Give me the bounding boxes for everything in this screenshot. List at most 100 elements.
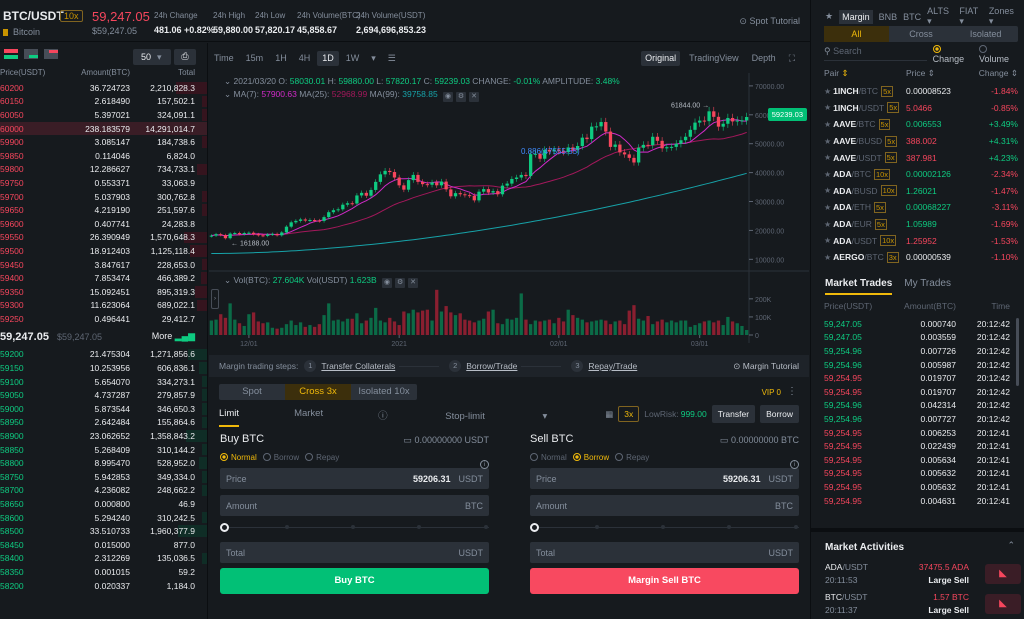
activity-item[interactable]: BTC/USDT 20:11:37 1.57 BTC Large Sell ◣	[825, 592, 1021, 619]
segment-isolated[interactable]: Isolated	[953, 26, 1018, 42]
segment-cross[interactable]: Cross	[889, 26, 954, 42]
print-icon[interactable]: ⎙	[174, 49, 196, 65]
sort-volume-radio[interactable]: Volume	[979, 44, 1018, 64]
ask-row[interactable]: 60200 36.724723 2,210,828.3	[0, 81, 207, 95]
col-price[interactable]: Price ⇕	[906, 68, 935, 79]
bid-row[interactable]: 58950 2.642484 155,864.6	[0, 416, 207, 430]
fullscreen-icon[interactable]: ⛶	[785, 51, 799, 66]
ask-row[interactable]: 59700 5.037903 300,762.8	[0, 190, 207, 204]
leverage-button[interactable]: 3x	[618, 406, 640, 422]
ask-row[interactable]: 59350 15.092451 895,319.3	[0, 285, 207, 299]
margin-tutorial-link[interactable]: ⊙ Margin Tutorial	[733, 361, 799, 372]
tab-limit[interactable]: Limit	[219, 408, 240, 427]
tab-my-trades[interactable]: My Trades	[904, 278, 951, 295]
sell-total-field[interactable]: Total USDT	[530, 542, 799, 563]
bid-row[interactable]: 59100 5.654070 334,273.1	[0, 375, 207, 389]
bid-row[interactable]: 58600 5.294240 310,242.5	[0, 511, 207, 525]
bid-row[interactable]: 58800 8.995470 528,952.0	[0, 456, 207, 470]
ask-row[interactable]: 59800 12.286627 734,733.1	[0, 163, 207, 177]
favorite-star-icon[interactable]: ★	[824, 87, 831, 96]
depth-select[interactable]: 50 ▾	[133, 49, 171, 65]
bid-row[interactable]: 59150 10.253956 606,836.1	[0, 361, 207, 375]
interval-1d[interactable]: 1D	[317, 51, 339, 66]
trades-scrollbar[interactable]	[1016, 318, 1019, 386]
view-depth[interactable]: Depth	[748, 51, 780, 66]
pair-row[interactable]: ★ 1INCH/USDT 5x 5.0466 -0.85%	[824, 100, 1018, 117]
eye-icon[interactable]: ◉	[443, 92, 454, 102]
bid-row[interactable]: 58350 0.001015 59.2	[0, 565, 207, 579]
collapse-icon[interactable]: ⌃	[1007, 540, 1015, 551]
orderbook-asks-icon[interactable]	[44, 49, 58, 59]
bid-row[interactable]: 58650 0.000800 46.9	[0, 497, 207, 511]
col-pair[interactable]: Pair ⇕	[824, 68, 906, 79]
bid-row[interactable]: 58400 2.312269 135,036.5	[0, 552, 207, 566]
pair-title[interactable]: BTC/USDT	[3, 9, 64, 23]
bid-row[interactable]: 59050 4.737287 279,857.9	[0, 388, 207, 402]
favorites-star-icon[interactable]: ★	[825, 11, 833, 22]
interval-15m[interactable]: 15m	[241, 51, 269, 66]
buy-total-field[interactable]: Total USDT	[220, 542, 489, 563]
bid-row[interactable]: 58750 5.942853 349,334.0	[0, 470, 207, 484]
bid-row[interactable]: 58450 0.015000 877.0	[0, 538, 207, 552]
sell-amount-field[interactable]: Amount BTC	[530, 495, 799, 516]
step-repay-trade-link[interactable]: Repay/Trade	[588, 361, 637, 371]
info-icon[interactable]: i	[480, 460, 489, 469]
radio-normal[interactable]: Normal	[220, 453, 257, 462]
slider-dot[interactable]	[661, 525, 665, 529]
pair-row[interactable]: ★ AAVE/BTC 5x 0.006553 +3.49%	[824, 116, 1018, 133]
close-icon[interactable]: ✕	[469, 92, 480, 102]
favorite-star-icon[interactable]: ★	[824, 170, 831, 179]
ask-row[interactable]: 59500 18.912403 1,125,118.4	[0, 244, 207, 258]
slider-knob[interactable]	[530, 523, 539, 532]
pair-row[interactable]: ★ ADA/BTC 10x 0.00002126 -2.34%	[824, 166, 1018, 183]
coin-name[interactable]: Bitcoin	[3, 27, 40, 37]
buy-amount-slider[interactable]	[220, 520, 489, 536]
tab-stop-limit[interactable]: ⓘ Stop-limit ▾	[378, 408, 602, 427]
tab-cross[interactable]: Cross 3x	[285, 384, 351, 400]
favorite-star-icon[interactable]: ★	[824, 186, 831, 195]
margin-sell-button[interactable]: Margin Sell BTC	[530, 568, 799, 594]
radio-borrow[interactable]: Borrow	[262, 453, 299, 462]
gear-icon[interactable]: ⚙	[456, 92, 467, 102]
segment-all[interactable]: All	[824, 26, 889, 42]
bid-row[interactable]: 59200 21.475304 1,271,856.6	[0, 348, 207, 362]
ask-row[interactable]: 59750 0.553371 33,063.9	[0, 176, 207, 190]
pair-row[interactable]: ★ AERGO/BTC 3x 0.00000539 -1.10%	[824, 249, 1018, 266]
bid-row[interactable]: 58500 33.510733 1,960,377.9	[0, 524, 207, 538]
orderbook-both-icon[interactable]	[4, 49, 18, 59]
radio-borrow[interactable]: Borrow	[572, 453, 609, 462]
interval-1h[interactable]: 1H	[270, 51, 292, 66]
tab-fiat[interactable]: FIAT ▾	[959, 6, 982, 27]
favorite-star-icon[interactable]: ★	[824, 103, 831, 112]
ask-row[interactable]: 59300 11.623064 689,022.1	[0, 299, 207, 313]
ask-row[interactable]: 59550 26.390949 1,570,648.3	[0, 231, 207, 245]
pair-row[interactable]: ★ ADA/USDT 10x 1.25952 -1.53%	[824, 232, 1018, 249]
spot-tutorial-link[interactable]: ⊙ Spot Tutorial	[739, 16, 800, 27]
view-original[interactable]: Original	[641, 51, 681, 66]
favorite-star-icon[interactable]: ★	[824, 220, 831, 229]
gear-icon[interactable]: ⚙	[395, 278, 406, 288]
close-icon[interactable]: ✕	[408, 278, 419, 288]
pair-row[interactable]: ★ ADA/ETH 5x 0.00068227 -3.11%	[824, 199, 1018, 216]
slider-dot[interactable]	[285, 525, 289, 529]
radio-repay[interactable]: Repay	[615, 453, 649, 462]
indicator-settings-icon[interactable]: ☰	[383, 51, 401, 66]
activity-item[interactable]: ADA/USDT 20:11:53 37475.5 ADA Large Sell…	[825, 562, 1021, 590]
more-options-icon[interactable]: ⋮	[787, 386, 797, 397]
step-borrow-trade-link[interactable]: Borrow/Trade	[466, 361, 517, 371]
pair-row[interactable]: ★ ADA/BUSD 10x 1.26021 -1.47%	[824, 183, 1018, 200]
borrow-button[interactable]: Borrow	[760, 405, 799, 423]
ask-row[interactable]: 59850 0.114046 6,824.0	[0, 149, 207, 163]
slider-dot[interactable]	[417, 525, 421, 529]
favorite-star-icon[interactable]: ★	[824, 137, 831, 146]
sell-amount-slider[interactable]	[530, 520, 799, 536]
pair-row[interactable]: ★ ADA/EUR 5x 1.05989 -1.69%	[824, 216, 1018, 233]
bid-row[interactable]: 58900 23.062652 1,358,843.2	[0, 429, 207, 443]
favorite-star-icon[interactable]: ★	[824, 153, 831, 162]
slider-dot[interactable]	[351, 525, 355, 529]
view-tradingview[interactable]: TradingView	[685, 51, 743, 66]
pair-row[interactable]: ★ 1INCH/BTC 5x 0.00008523 -1.84%	[824, 83, 1018, 100]
favorite-star-icon[interactable]: ★	[824, 203, 831, 212]
slider-dot[interactable]	[595, 525, 599, 529]
ask-row[interactable]: 59450 3.847617 228,653.0	[0, 258, 207, 272]
